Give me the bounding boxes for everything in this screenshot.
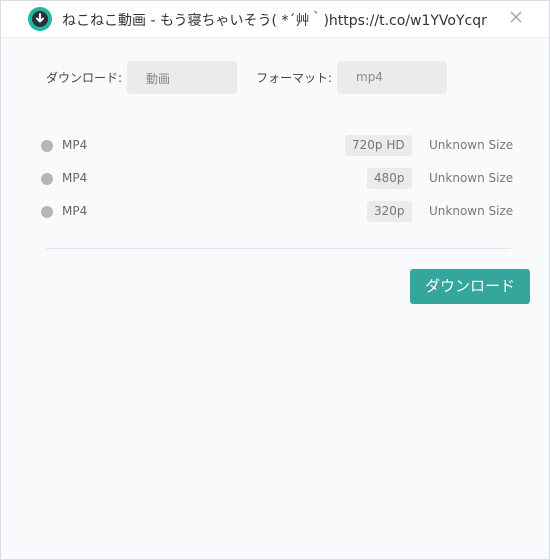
size-text: Unknown Size — [429, 204, 514, 218]
quality-badge: 720p HD — [345, 135, 412, 156]
format-select[interactable]: mp4 — [337, 61, 447, 94]
window-title: ねこねこ動画 - もう寝ちゃいそう( *´艸｀)https://t.co/w1Y… — [62, 13, 487, 29]
quality-badge: 320p — [367, 201, 412, 222]
divider — [46, 248, 510, 249]
list-item[interactable]: MP4 720p HD Unknown Size — [41, 135, 514, 157]
size-text: Unknown Size — [429, 171, 514, 185]
quality-badge: 480p — [367, 168, 412, 189]
size-text: Unknown Size — [429, 138, 514, 152]
radio-button[interactable] — [41, 173, 53, 185]
download-dialog: ねこねこ動画 - もう寝ちゃいそう( *´艸｀)https://t.co/w1Y… — [0, 0, 550, 560]
download-type-select[interactable]: 動画 — [127, 61, 237, 94]
close-icon[interactable] — [507, 8, 525, 26]
format-text: MP4 — [62, 171, 88, 185]
list-item[interactable]: MP4 320p Unknown Size — [41, 201, 514, 223]
radio-button[interactable] — [41, 140, 53, 152]
radio-button[interactable] — [41, 206, 53, 218]
download-button[interactable]: ダウンロード — [410, 269, 530, 304]
format-text: MP4 — [62, 204, 88, 218]
format-label: フォーマット: — [256, 71, 333, 85]
list-item[interactable]: MP4 480p Unknown Size — [41, 168, 514, 190]
download-type-label: ダウンロード: — [46, 71, 123, 85]
format-text: MP4 — [62, 138, 88, 152]
title-bar: ねこねこ動画 - もう寝ちゃいそう( *´艸｀)https://t.co/w1Y… — [1, 1, 549, 38]
download-app-icon — [28, 7, 52, 31]
